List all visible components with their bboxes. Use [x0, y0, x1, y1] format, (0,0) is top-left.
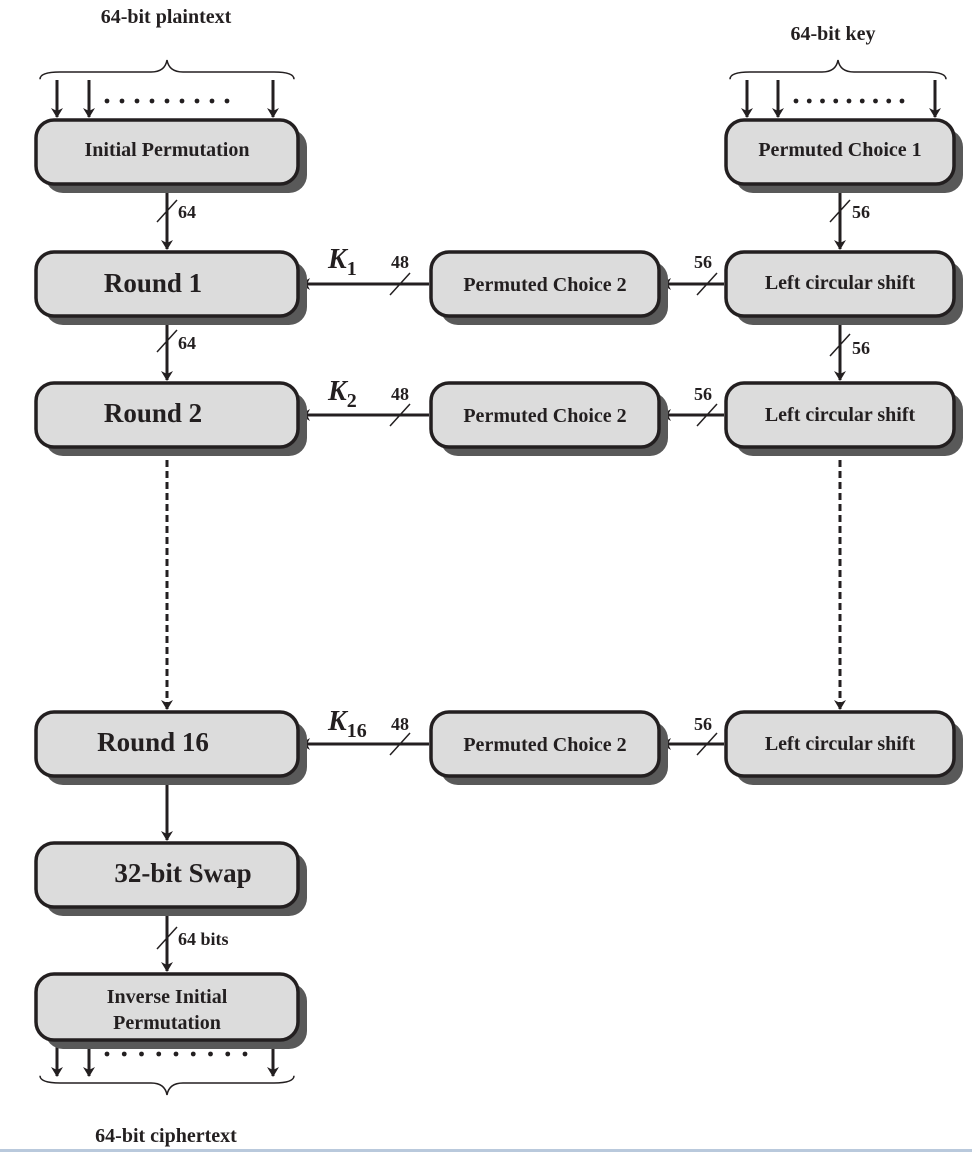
dot — [119, 98, 125, 104]
dot — [134, 98, 140, 104]
lcs-label-1: Left circular shift — [765, 272, 916, 294]
dot — [194, 98, 200, 104]
dot — [149, 98, 155, 104]
dot — [164, 98, 170, 104]
cipher-dots — [104, 1051, 248, 1057]
dot — [224, 98, 230, 104]
pc1-label: Permuted Choice 1 — [758, 139, 921, 161]
width-lcs-pc2-2: 56 — [694, 384, 712, 404]
dot — [209, 98, 215, 104]
dot — [886, 98, 892, 104]
ciphertext-label: 64-bit ciphertext — [95, 1125, 237, 1147]
dot — [846, 98, 852, 104]
dot — [104, 1051, 110, 1057]
swap-label: 32-bit Swap — [114, 858, 251, 888]
width-pc2-round-16: 48 — [391, 714, 409, 734]
width-ip-r1: 64 — [178, 202, 196, 222]
dot — [139, 1051, 144, 1057]
width-pc1-lcs: 56 — [852, 202, 870, 222]
width-lcs-pc2-1: 56 — [694, 252, 712, 272]
dot — [225, 1051, 231, 1057]
subkey-k2: K2 — [327, 376, 357, 412]
dot — [242, 1051, 248, 1057]
key-dots — [793, 98, 905, 104]
ciphertext-brace — [39, 1075, 295, 1096]
dot — [104, 98, 110, 104]
inverse-ip-label-line1: Inverse Initial — [107, 986, 228, 1008]
lcs-label-16: Left circular shift — [765, 733, 916, 755]
dot — [793, 98, 799, 104]
pc2-label-2: Permuted Choice 2 — [463, 405, 626, 427]
width-pc2-round-2: 48 — [391, 384, 409, 404]
width-r1-r2: 64 — [178, 333, 196, 353]
dot — [820, 98, 825, 104]
subkey-k16: K16 — [327, 706, 367, 742]
subkey-k1: K1 — [327, 244, 357, 280]
dot — [873, 98, 878, 104]
dot — [190, 1051, 196, 1057]
width-lcs-lcs: 56 — [852, 338, 870, 358]
key-label: 64-bit key — [791, 23, 876, 45]
key-brace — [729, 59, 947, 80]
initial-permutation-label: Initial Permutation — [85, 139, 250, 161]
dot — [208, 1051, 213, 1057]
dot — [859, 98, 865, 104]
width-lcs-pc2-16: 56 — [694, 714, 712, 734]
dot — [179, 98, 185, 104]
pc2-label-1: Permuted Choice 2 — [463, 274, 626, 296]
round-16-label: Round 16 — [97, 727, 209, 757]
plaintext-label: 64-bit plaintext — [101, 6, 232, 28]
plaintext-brace — [39, 59, 295, 80]
nodes-layer — [34, 118, 963, 1049]
width-swap-iip: 64 bits — [178, 929, 229, 949]
plaintext-dots — [104, 98, 230, 104]
inverse-ip-label-line2: Permutation — [113, 1012, 221, 1034]
dot — [833, 98, 839, 104]
dot — [156, 1051, 162, 1057]
width-pc2-round-1: 48 — [391, 252, 409, 272]
dot — [899, 98, 905, 104]
round-2-label: Round 2 — [104, 398, 202, 428]
dot — [121, 1051, 127, 1057]
dot — [173, 1051, 179, 1057]
edges-layer — [39, 59, 947, 1096]
round-1-label: Round 1 — [104, 268, 202, 298]
des-diagram: 64-bit plaintext 64-bit key 64-bit ciphe… — [34, 6, 963, 1147]
pc2-label-16: Permuted Choice 2 — [463, 734, 626, 756]
lcs-label-2: Left circular shift — [765, 404, 916, 426]
dot — [806, 98, 812, 104]
